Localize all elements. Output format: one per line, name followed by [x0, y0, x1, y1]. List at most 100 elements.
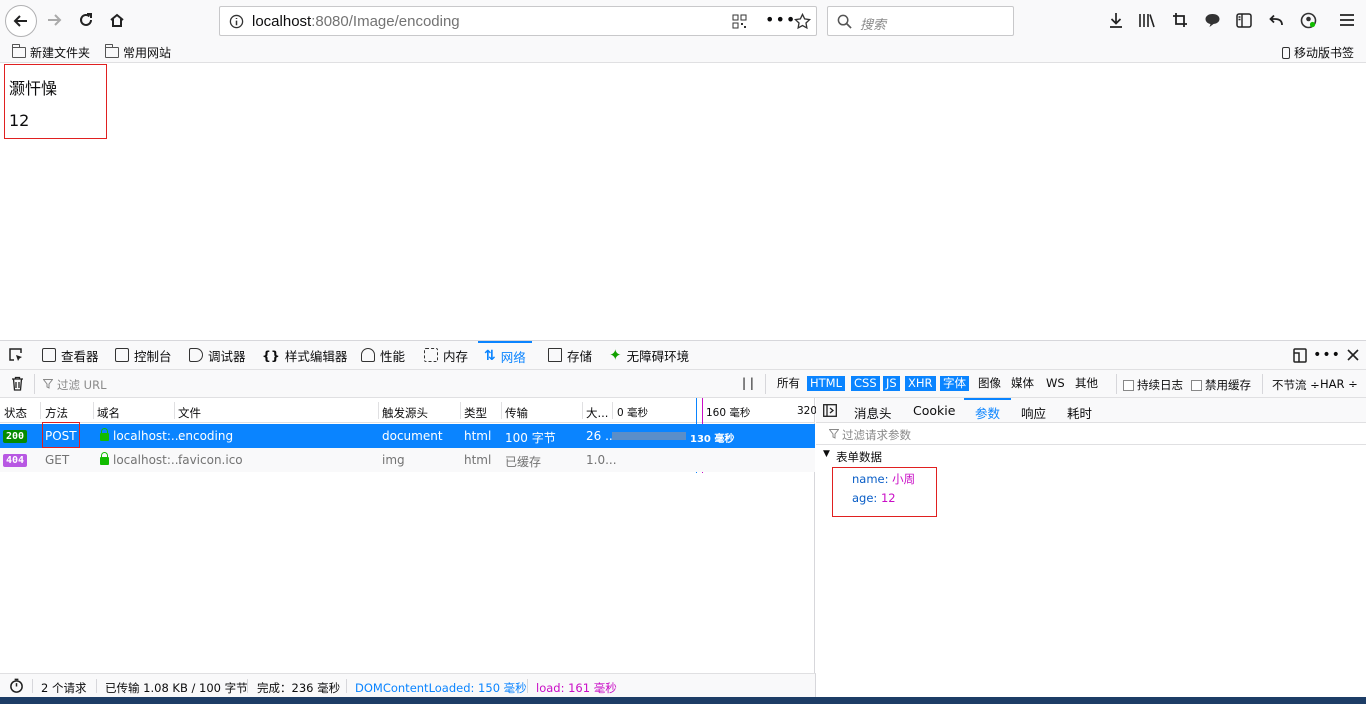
url-text[interactable]: localhost:8080/Image/encoding	[252, 13, 460, 30]
network-summary-bar: 2 个请求 已传输 1.08 KB / 100 字节 完成：236 毫秒 DOM…	[0, 673, 816, 697]
mobile-bookmarks[interactable]: 移动版书签	[1282, 44, 1354, 61]
home-button[interactable]	[103, 6, 131, 34]
request-details-panel: 消息头 Cookie 参数 响应 耗时 过滤请求参数 ▼ 表单数据 name: …	[816, 398, 1366, 673]
persist-log-checkbox[interactable]: 持续日志	[1123, 377, 1183, 393]
request-transferred: 100 字节	[505, 431, 556, 445]
form-field-value: 小周	[892, 472, 916, 486]
dock-toggle-button[interactable]	[1286, 341, 1314, 369]
menu-button[interactable]	[1333, 6, 1361, 34]
tab-headers[interactable]: 消息头	[854, 398, 892, 423]
back-button[interactable]	[5, 5, 37, 37]
info-icon[interactable]	[229, 14, 244, 29]
page-actions-icon[interactable]: •••	[765, 10, 796, 29]
screenshot-button[interactable]	[1166, 6, 1194, 34]
column-cause[interactable]: 触发源头	[382, 405, 428, 421]
url-filter-input[interactable]: 过滤 URL	[57, 377, 106, 393]
bookmark-star-icon[interactable]	[794, 13, 811, 30]
tab-storage[interactable]: 存储	[548, 341, 592, 369]
waterfall-tick-320: 320	[797, 405, 818, 417]
search-icon	[837, 14, 852, 29]
forward-button[interactable]	[40, 6, 68, 34]
downloads-button[interactable]	[1102, 6, 1130, 34]
account-circle-icon	[1300, 12, 1316, 28]
tab-memory[interactable]: 内存	[424, 341, 468, 369]
pause-button[interactable]: | |	[742, 376, 754, 390]
chat-button[interactable]	[1198, 6, 1226, 34]
filter-media[interactable]: 媒体	[1008, 376, 1037, 391]
request-row[interactable]: 200 POST localhost:... encoding document…	[0, 422, 815, 448]
os-taskbar	[0, 697, 1366, 704]
tab-performance[interactable]: 性能	[361, 341, 405, 369]
request-file: encoding	[178, 429, 234, 443]
disable-cache-checkbox[interactable]: 禁用缓存	[1191, 377, 1251, 393]
column-status[interactable]: 状态	[4, 405, 27, 421]
element-picker-button[interactable]	[2, 341, 30, 369]
status-badge: 200	[3, 430, 27, 443]
form-field-row: age: 12	[852, 491, 896, 505]
bookmark-folder-common[interactable]: 常用网站	[105, 44, 171, 61]
filter-all[interactable]: 所有	[774, 376, 803, 391]
debugger-icon	[189, 348, 203, 362]
filter-other[interactable]: 其他	[1072, 376, 1101, 391]
request-domain: localhost:...	[100, 452, 182, 467]
search-bar[interactable]: 搜索	[827, 6, 1014, 36]
request-row[interactable]: 404 GET localhost:... favicon.ico img ht…	[0, 448, 815, 472]
bookmark-folder-new[interactable]: 新建文件夹	[12, 44, 90, 61]
filter-html[interactable]: HTML	[807, 376, 846, 391]
column-divider	[460, 402, 461, 419]
tab-console[interactable]: 控制台	[115, 341, 172, 369]
throttle-select[interactable]: 不节流 ÷	[1272, 377, 1320, 393]
bookmark-label: 常用网站	[123, 46, 172, 60]
inspector-icon	[42, 348, 56, 362]
column-domain[interactable]: 域名	[97, 405, 120, 421]
tab-style-editor[interactable]: {} 样式编辑器	[262, 341, 347, 369]
filter-ws[interactable]: WS	[1043, 376, 1068, 391]
request-file: favicon.ico	[178, 453, 243, 467]
close-icon	[1347, 349, 1359, 361]
reload-button[interactable]	[72, 6, 100, 34]
form-data-section-header[interactable]: ▼ 表单数据	[816, 446, 1366, 466]
tab-timings[interactable]: 耗时	[1067, 398, 1092, 423]
waterfall-tick-0: 0 毫秒	[617, 407, 649, 419]
stopwatch-icon[interactable]	[9, 678, 24, 693]
column-transferred[interactable]: 传输	[505, 405, 528, 421]
toggle-panel-icon[interactable]	[823, 404, 837, 417]
column-size[interactable]: 大...	[586, 405, 608, 421]
column-method[interactable]: 方法	[45, 405, 68, 421]
filter-xhr[interactable]: XHR	[905, 376, 936, 391]
account-button[interactable]	[1294, 6, 1322, 34]
request-type: html	[464, 453, 492, 467]
qr-code-icon[interactable]	[732, 14, 747, 29]
tab-response[interactable]: 响应	[1021, 398, 1046, 423]
tab-cookies[interactable]: Cookie	[913, 398, 955, 423]
filter-css[interactable]: CSS	[851, 376, 880, 391]
har-menu[interactable]: HAR ÷	[1320, 377, 1358, 391]
column-type[interactable]: 类型	[464, 405, 487, 421]
trash-icon[interactable]	[11, 376, 24, 391]
column-file[interactable]: 文件	[178, 405, 201, 421]
tab-debugger[interactable]: 调试器	[189, 341, 246, 369]
waterfall-bar	[612, 432, 686, 440]
undo-button[interactable]	[1262, 6, 1290, 34]
param-filter-input[interactable]: 过滤请求参数	[842, 427, 911, 443]
divider	[346, 679, 347, 693]
devtools-close-button[interactable]	[1339, 341, 1366, 369]
devtools-more-button[interactable]: •••	[1313, 341, 1341, 369]
divider	[96, 679, 97, 693]
details-tab-bar: 消息头 Cookie 参数 响应 耗时	[816, 398, 1366, 423]
tab-network[interactable]: ⇅ 网络	[478, 341, 532, 369]
tab-accessibility[interactable]: ✦ 无障碍环境	[609, 341, 689, 369]
library-button[interactable]	[1133, 6, 1161, 34]
request-size: 1.0...	[586, 453, 617, 467]
sidebar-button[interactable]	[1230, 6, 1258, 34]
up-down-arrows-icon: ⇅	[484, 348, 496, 364]
filter-images[interactable]: 图像	[975, 376, 1004, 391]
search-placeholder: 搜索	[860, 18, 887, 33]
request-method: GET	[45, 453, 70, 467]
filter-js[interactable]: JS	[883, 376, 900, 391]
tab-params[interactable]: 参数	[964, 398, 1012, 423]
url-bar[interactable]: localhost:8080/Image/encoding •••	[219, 6, 817, 36]
filter-fonts[interactable]: 字体	[940, 376, 969, 391]
tab-inspector[interactable]: 查看器	[42, 341, 99, 369]
home-icon	[110, 13, 124, 27]
